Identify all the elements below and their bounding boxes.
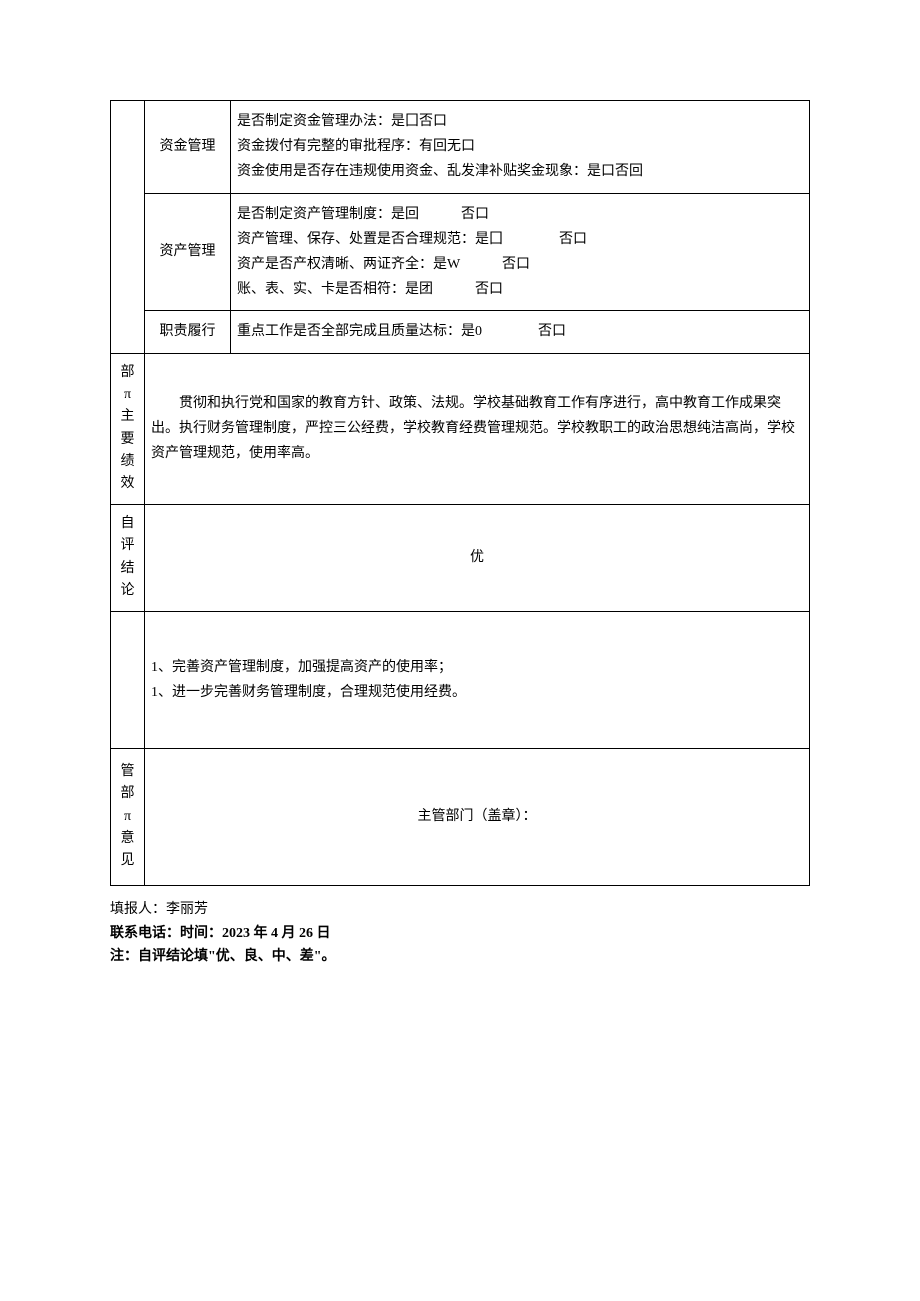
table-row: 资金管理 是否制定资金管理办法：是囗否口 资金拨付有完整的审批程序：有回无口 资… xyxy=(111,101,810,194)
opinion-char: 部 xyxy=(121,783,135,805)
assets-line2: 资产管理、保存、处置是否合理规范：是囗 否口 xyxy=(237,227,803,252)
opinion-label: 管 部 π 意 见 xyxy=(111,748,145,885)
selfeval-char: 评 xyxy=(121,535,135,557)
contact-line: 联系电话：时间：2023 年 4 月 26 日 xyxy=(110,922,810,946)
performance-label: 部 π 主 要 绩 效 xyxy=(111,353,145,504)
reporter-line: 填报人：李丽芳 xyxy=(110,898,810,922)
duty-label: 职责履行 xyxy=(145,311,231,353)
funds-label: 资金管理 xyxy=(145,101,231,194)
opinion-char: 见 xyxy=(121,850,135,872)
funds-line3: 资金使用是否存在违规使用资金、乱发津补贴奖金现象：是口否回 xyxy=(237,159,803,184)
funds-content: 是否制定资金管理办法：是囗否口 资金拨付有完整的审批程序：有回无口 资金使用是否… xyxy=(231,101,810,194)
opinion-char: 管 xyxy=(121,761,135,783)
self-eval-label: 自 评 结 论 xyxy=(111,504,145,611)
self-eval-value: 优 xyxy=(145,504,810,611)
note-line: 注：自评结论填"优、良、中、差"。 xyxy=(110,945,810,969)
perf-char: 效 xyxy=(121,473,135,495)
assets-line1: 是否制定资产管理制度：是回 否口 xyxy=(237,202,803,227)
perf-char: 部 xyxy=(121,362,135,384)
selfeval-char: 论 xyxy=(121,580,135,602)
group-label-empty xyxy=(111,101,145,354)
reporter-label: 填报人： xyxy=(110,902,166,917)
table-row: 1、完善资产管理制度，加强提高资产的使用率； 1、进一步完善财务管理制度，合理规… xyxy=(111,611,810,748)
evaluation-table: 资金管理 是否制定资金管理办法：是囗否口 资金拨付有完整的审批程序：有回无口 资… xyxy=(110,100,810,886)
footer: 填报人：李丽芳 联系电话：时间：2023 年 4 月 26 日 注：自评结论填"… xyxy=(110,898,810,969)
assets-line3: 资产是否产权清晰、两证齐全：是W 否口 xyxy=(237,252,803,277)
assets-line4: 账、表、实、卡是否相符：是团 否口 xyxy=(237,277,803,302)
improve-content: 1、完善资产管理制度，加强提高资产的使用率； 1、进一步完善财务管理制度，合理规… xyxy=(145,611,810,748)
perf-char: π xyxy=(124,384,131,406)
funds-line1: 是否制定资金管理办法：是囗否口 xyxy=(237,109,803,134)
duty-line1: 重点工作是否全部完成且质量达标：是0 否口 xyxy=(237,319,803,344)
improve-line1: 1、完善资产管理制度，加强提高资产的使用率； xyxy=(151,655,803,680)
perf-char: 绩 xyxy=(121,451,135,473)
table-row: 职责履行 重点工作是否全部完成且质量达标：是0 否口 xyxy=(111,311,810,353)
opinion-char: π xyxy=(124,806,131,828)
improve-line2: 1、进一步完善财务管理制度，合理规范使用经费。 xyxy=(151,680,803,705)
table-row: 管 部 π 意 见 主管部门（盖章）： xyxy=(111,748,810,885)
table-row: 自 评 结 论 优 xyxy=(111,504,810,611)
assets-content: 是否制定资产管理制度：是回 否口 资产管理、保存、处置是否合理规范：是囗 否口 … xyxy=(231,193,810,311)
duty-content: 重点工作是否全部完成且质量达标：是0 否口 xyxy=(231,311,810,353)
assets-label: 资产管理 xyxy=(145,193,231,311)
selfeval-char: 结 xyxy=(121,558,135,580)
perf-char: 主 xyxy=(121,406,135,428)
funds-line2: 资金拨付有完整的审批程序：有回无口 xyxy=(237,134,803,159)
perf-char: 要 xyxy=(121,429,135,451)
improve-label-empty xyxy=(111,611,145,748)
opinion-char: 意 xyxy=(121,828,135,850)
table-row: 资产管理 是否制定资产管理制度：是回 否口 资产管理、保存、处置是否合理规范：是… xyxy=(111,193,810,311)
performance-text: 贯彻和执行党和国家的教育方针、政策、法规。学校基础教育工作有序进行，高中教育工作… xyxy=(145,353,810,504)
table-row: 部 π 主 要 绩 效 贯彻和执行党和国家的教育方针、政策、法规。学校基础教育工… xyxy=(111,353,810,504)
opinion-text: 主管部门（盖章）： xyxy=(145,748,810,885)
reporter-name: 李丽芳 xyxy=(166,902,208,917)
selfeval-char: 自 xyxy=(121,513,135,535)
